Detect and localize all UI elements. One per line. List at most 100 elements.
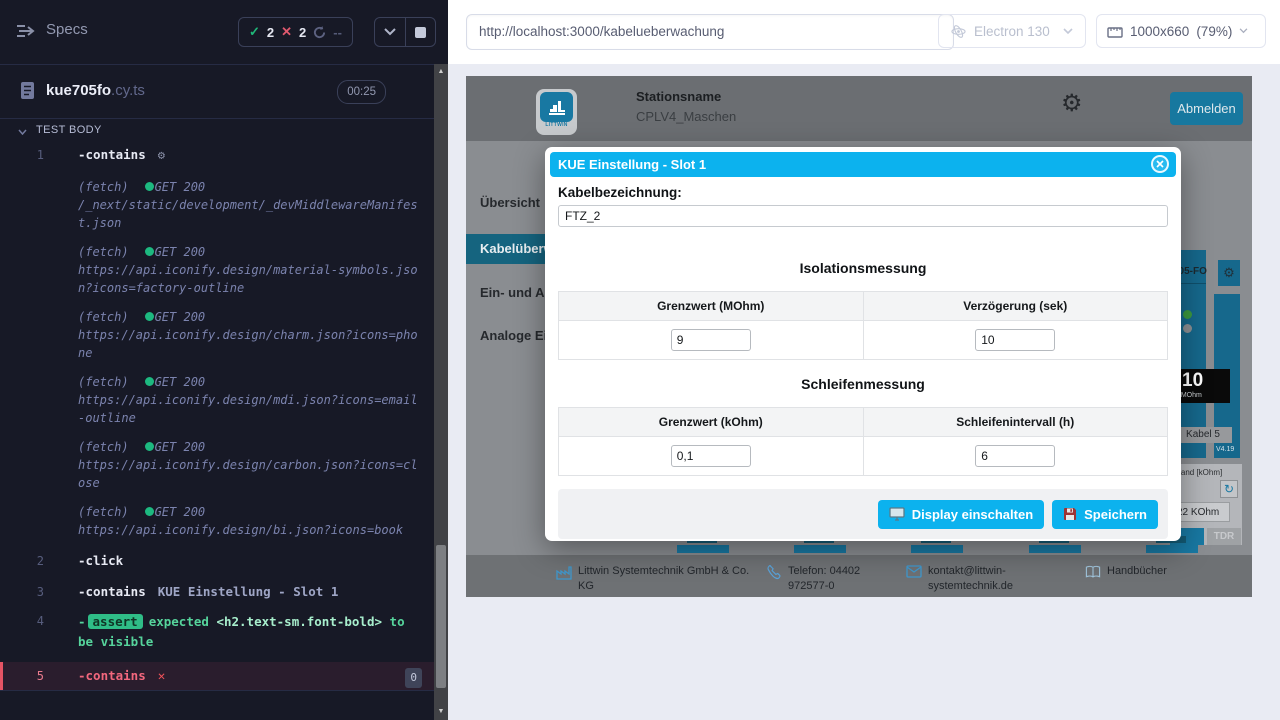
- footer-phone: Telefon: 04402 972577-0: [766, 564, 902, 594]
- command-number: 5: [3, 667, 44, 685]
- fetch-url: https://api.iconify.design/bi.json?icons…: [78, 521, 424, 539]
- status-dot-icon: [145, 377, 154, 386]
- scroll-down-icon[interactable]: ▼: [434, 706, 448, 718]
- browser-select[interactable]: Electron 130: [938, 14, 1086, 48]
- email-icon: [906, 564, 922, 578]
- station-label: Stationsname: [636, 89, 721, 104]
- fetch-prefix: (fetch): [78, 440, 129, 454]
- loop-interval-header: Schleifenintervall (h): [863, 408, 1168, 437]
- fetch-status: GET 200: [155, 245, 206, 259]
- insulation-limit-header: Grenzwert (MOhm): [559, 292, 864, 321]
- scroll-up-icon[interactable]: ▲: [434, 66, 448, 78]
- url-input[interactable]: http://localhost:3000/kabelueberwachung: [466, 14, 954, 50]
- kue-settings-dialog: KUE Einstellung - Slot 1 Kabelbezeichnun…: [545, 147, 1181, 541]
- spec-extension: .cy.ts: [111, 82, 145, 99]
- refresh-button[interactable]: ↻: [1220, 480, 1238, 498]
- display-on-button[interactable]: Display einschalten: [878, 500, 1044, 529]
- insulation-limit-input[interactable]: [671, 329, 751, 351]
- ruler-icon: [1107, 24, 1123, 38]
- loop-limit-input[interactable]: [671, 445, 751, 467]
- command-contains-failed[interactable]: 5 -contains✕ 0: [0, 662, 434, 690]
- fetch-status: GET 200: [155, 505, 206, 519]
- assert-dash: -: [78, 614, 86, 629]
- logout-button[interactable]: Abmelden: [1170, 92, 1243, 125]
- gear-icon: ⚙: [158, 148, 165, 162]
- chevron-down-icon: [18, 129, 27, 135]
- passed-icon: ✓: [249, 24, 260, 40]
- insulation-section-title: Isolationsmessung: [558, 260, 1168, 276]
- status-dot-icon: [145, 247, 154, 256]
- command-number: 4: [0, 612, 44, 652]
- reporter-scrollbar[interactable]: ▲ ▼: [434, 64, 448, 720]
- nav-item-analoge-eingaenge[interactable]: Analoge Ei: [480, 328, 547, 343]
- command-assert[interactable]: 4 -assertexpected <h2.text-sm.font-bold>…: [0, 610, 434, 654]
- logo-text: LITTWIN: [536, 122, 577, 128]
- command-log: 1 -contains⚙ (fetch)GET 200 /_next/stati…: [0, 144, 434, 690]
- logo-glyph-icon: [546, 97, 568, 117]
- nav-item-uebersicht[interactable]: Übersicht: [480, 195, 540, 210]
- app-header: LITTWIN Stationsname CPLV4_Maschen ⚙ Abm…: [466, 76, 1252, 141]
- spec-basename: kue705fo: [46, 82, 111, 99]
- factory-icon: [556, 564, 572, 580]
- stop-icon: [415, 27, 426, 38]
- test-body-header[interactable]: TEST BODY: [0, 122, 434, 142]
- viewport-zoom: (79%): [1196, 24, 1232, 39]
- footer-manuals[interactable]: Handbücher: [1085, 564, 1167, 579]
- save-button[interactable]: Speichern: [1052, 500, 1158, 529]
- spec-row[interactable]: kue705fo.cy.ts 00:25: [0, 64, 448, 119]
- nav-item-ein-ausgaenge[interactable]: Ein- und Au: [480, 285, 552, 300]
- status-gray-dot: [1183, 324, 1192, 333]
- assert-text: expected: [149, 614, 209, 629]
- loop-interval-input[interactable]: [975, 445, 1055, 467]
- electron-icon: [951, 24, 966, 39]
- command-number: 3: [0, 583, 44, 601]
- cable-name-input[interactable]: [558, 205, 1168, 227]
- insulation-table: Grenzwert (MOhm) Verzögerung (sek): [558, 291, 1168, 360]
- dialog-footer: Display einschalten Speichern: [558, 489, 1168, 539]
- failed-x-icon: ✕: [158, 668, 166, 683]
- command-name: -contains: [78, 584, 146, 599]
- test-body-label: TEST BODY: [36, 124, 102, 136]
- command-click[interactable]: 2 -click: [0, 550, 434, 572]
- specs-label: Specs: [46, 21, 88, 38]
- settings-gear-icon[interactable]: ⚙: [1061, 92, 1083, 116]
- gear-icon: ⚙: [1223, 265, 1235, 280]
- test-stats: ✓ 2 ✕ 2 --: [238, 17, 353, 47]
- fetch-logs: (fetch)GET 200 /_next/static/development…: [78, 178, 424, 539]
- save-floppy-icon: [1063, 507, 1077, 521]
- close-button[interactable]: [1151, 155, 1169, 173]
- command-contains-3[interactable]: 3 -containsKUE Einstellung - Slot 1: [0, 581, 434, 603]
- command-contains-1[interactable]: 1 -contains⚙: [0, 144, 434, 166]
- command-number: 1: [0, 146, 44, 164]
- fetch-log: (fetch)GET 200 https://api.iconify.desig…: [78, 503, 424, 539]
- dialog-header: KUE Einstellung - Slot 1: [550, 152, 1176, 177]
- insulation-delay-input[interactable]: [975, 329, 1055, 351]
- status-dot-icon: [145, 507, 154, 516]
- command-name: -contains: [78, 668, 146, 683]
- stop-button[interactable]: [405, 18, 436, 46]
- loop-table: Grenzwert (kOhm) Schleifenintervall (h): [558, 407, 1168, 476]
- runner-controls: [374, 17, 436, 47]
- fetch-prefix: (fetch): [78, 375, 129, 389]
- spec-file-icon: [20, 81, 35, 100]
- specs-menu-icon[interactable]: [16, 23, 36, 39]
- fetch-status: GET 200: [155, 310, 206, 324]
- close-icon: [1156, 160, 1164, 168]
- fetch-status: GET 200: [155, 180, 206, 194]
- tab-tdr[interactable]: TDR: [1207, 528, 1241, 545]
- card-gear-button[interactable]: ⚙: [1218, 260, 1240, 286]
- app-footer: Littwin Systemtechnik GmbH & Co. KG Tele…: [466, 555, 1252, 597]
- littwin-logo: LITTWIN: [536, 89, 577, 135]
- fetch-status: GET 200: [155, 375, 206, 389]
- refresh-icon: ↻: [1224, 482, 1234, 496]
- fetch-url: https://api.iconify.design/carbon.json?i…: [78, 456, 424, 492]
- passed-count: 2: [267, 25, 274, 40]
- cable-chip: Kabel 5: [1174, 427, 1232, 443]
- viewport-select[interactable]: 1000x660 (79%): [1096, 14, 1266, 48]
- scrollbar-thumb[interactable]: [436, 545, 446, 688]
- insulation-delay-header: Verzögerung (sek): [863, 292, 1168, 321]
- footer-company-text: Littwin Systemtechnik GmbH & Co. KG: [578, 564, 752, 594]
- collapse-button[interactable]: [375, 18, 405, 46]
- browser-label: Electron 130: [974, 24, 1050, 39]
- footer-phone-text: Telefon: 04402 972577-0: [788, 564, 902, 594]
